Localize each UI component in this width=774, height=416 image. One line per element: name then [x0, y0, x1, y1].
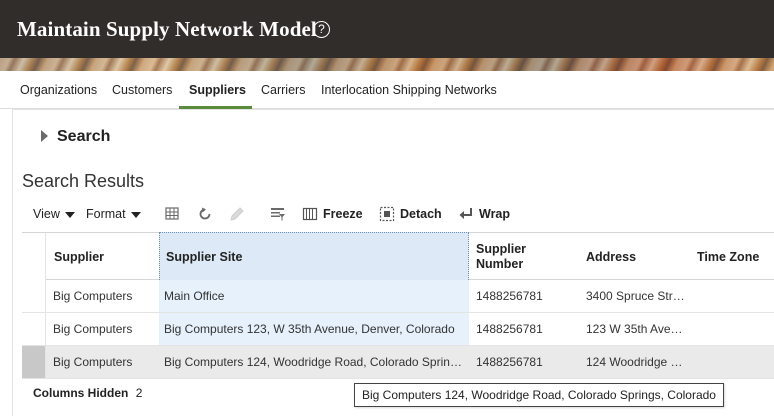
table-row[interactable]: Big Computers Main Office 1488256781 340… [22, 280, 774, 313]
cell-supplier: Big Computers [53, 355, 133, 369]
column-header-supplier-site[interactable]: Supplier Site [166, 250, 242, 264]
columns-hidden-label: Columns Hidden [33, 386, 129, 400]
cell-supplier-number: 1488256781 [476, 355, 543, 369]
format-menu[interactable]: Format [86, 207, 141, 221]
refresh-icon[interactable] [197, 206, 213, 222]
tab-customers[interactable]: Customers [112, 83, 172, 97]
help-icon[interactable]: ? [313, 21, 330, 38]
wrap-icon[interactable] [458, 206, 474, 222]
tab-carriers[interactable]: Carriers [261, 83, 305, 97]
search-results-heading: Search Results [22, 171, 145, 191]
detach-icon[interactable] [379, 206, 395, 222]
freeze-icon[interactable] [302, 206, 318, 222]
expand-triangle-icon[interactable] [41, 130, 48, 142]
column-header-address[interactable]: Address [586, 250, 636, 264]
cell-supplier-site: Main Office [164, 289, 225, 303]
cell-supplier-number: 1488256781 [476, 289, 543, 303]
columns-hidden-count: 2 [135, 386, 143, 400]
column-header-supplier-number-line1: Supplier [476, 242, 527, 256]
format-menu-label: Format [86, 207, 126, 221]
decorative-banner [0, 58, 774, 71]
cell-supplier: Big Computers [53, 289, 133, 303]
chevron-down-icon [64, 211, 75, 218]
column-header-supplier-number-line2: Number [476, 257, 524, 271]
cell-tooltip: Big Computers 124, Woodridge Road, Color… [354, 383, 724, 407]
tab-suppliers[interactable]: Suppliers [189, 83, 246, 97]
column-header-supplier-number[interactable]: Supplier Number [476, 242, 526, 272]
tab-organizations[interactable]: Organizations [20, 83, 97, 97]
cell-address: 124 Woodridge … [586, 355, 683, 369]
freeze-button[interactable]: Freeze [323, 207, 363, 221]
detach-button[interactable]: Detach [400, 207, 442, 221]
wrap-button[interactable]: Wrap [479, 207, 510, 221]
column-header-time-zone[interactable]: Time Zone [697, 250, 759, 264]
filter-icon[interactable] [270, 206, 286, 222]
cell-supplier-site: Big Computers 123, W 35th Avenue, Denver… [164, 322, 455, 336]
chevron-down-icon [130, 211, 141, 218]
cell-supplier: Big Computers [53, 322, 133, 336]
tab-interlocation-shipping-networks[interactable]: Interlocation Shipping Networks [321, 83, 497, 97]
manage-columns-icon[interactable] [165, 206, 181, 222]
cell-supplier-number: 1488256781 [476, 322, 543, 336]
tab-bar: Organizations Customers Suppliers Carrie… [0, 71, 774, 109]
view-menu-label: View [33, 207, 60, 221]
columns-hidden-status: Columns Hidden 2 [33, 386, 142, 400]
edit-pencil-icon [230, 207, 244, 221]
page-header: Maintain Supply Network Model ? [0, 0, 774, 58]
cell-supplier-site: Big Computers 124, Woodridge Road, Color… [164, 355, 462, 369]
page-title: Maintain Supply Network Model [17, 17, 317, 41]
search-section-toggle[interactable]: Search [57, 128, 110, 146]
table-row-selected[interactable]: Big Computers Big Computers 124, Woodrid… [22, 346, 774, 379]
row-selector-header [22, 233, 46, 280]
view-menu[interactable]: View [33, 207, 75, 221]
column-header-supplier[interactable]: Supplier [54, 250, 104, 264]
table-row[interactable]: Big Computers Big Computers 123, W 35th … [22, 313, 774, 346]
cell-address: 123 W 35th Ave… [586, 322, 683, 336]
cell-address: 3400 Spruce Str… [586, 289, 685, 303]
